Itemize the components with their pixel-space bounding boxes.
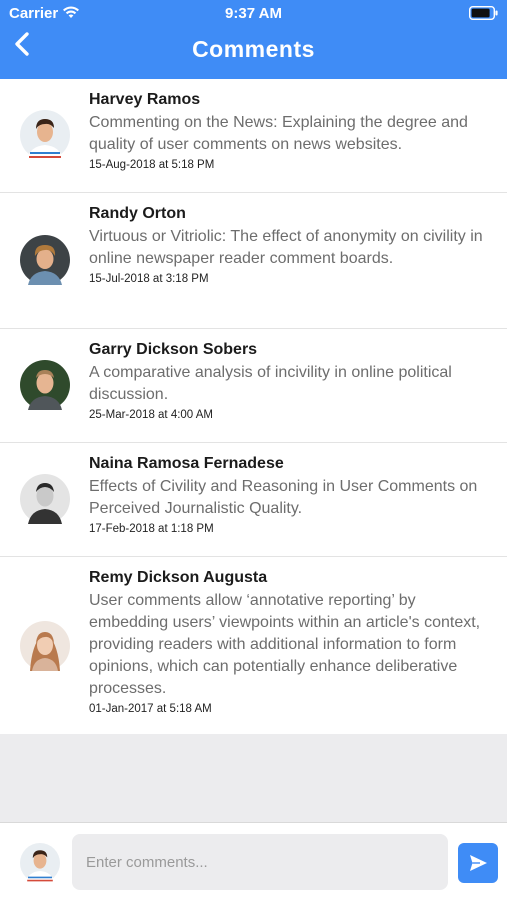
comment-timestamp: 15-Jul-2018 at 3:18 PM [89,273,209,285]
avatar [20,235,70,285]
clock: 9:37 AM [225,5,282,22]
list-item[interactable]: Naina Ramosa Fernadese Effects of Civili… [0,443,507,557]
comment-input[interactable] [72,834,448,890]
send-icon [470,855,487,871]
comment-timestamp: 25-Mar-2018 at 4:00 AM [89,409,214,421]
list-item[interactable]: Harvey Ramos Commenting on the News: Exp… [0,79,507,193]
comment-author: Remy Dickson Augusta [89,569,268,586]
comment-text: A comparative analysis of incivility in … [89,364,452,403]
avatar [20,110,70,160]
avatar [20,474,70,524]
list-item[interactable]: Remy Dickson Augusta User comments allow… [0,557,507,736]
avatar [20,843,60,883]
status-bar: Carrier 9:37 AM [0,0,507,28]
comment-list: Harvey Ramos Commenting on the News: Exp… [0,79,507,736]
send-button[interactable] [458,843,498,883]
avatar [20,621,70,671]
battery-icon [469,6,498,20]
avatar [20,360,70,410]
comment-timestamp: 17-Feb-2018 at 1:18 PM [89,523,214,535]
empty-area [0,734,507,822]
comment-text: User comments allow ‘annotative reportin… [89,592,481,697]
comment-text: Commenting on the News: Explaining the d… [89,114,468,153]
comment-text: Virtuous or Vitriolic: The effect of ano… [89,228,483,267]
comment-composer [0,822,507,901]
comment-author: Naina Ramosa Fernadese [89,455,284,472]
comment-author: Harvey Ramos [89,91,201,108]
comment-text: Effects of Civility and Reasoning in Use… [89,478,478,517]
list-item[interactable]: Randy Orton Virtuous or Vitriolic: The e… [0,193,507,329]
comment-timestamp: 01-Jan-2017 at 5:18 AM [89,703,212,715]
comment-timestamp: 15-Aug-2018 at 5:18 PM [89,159,215,171]
comment-author: Randy Orton [89,205,186,222]
header: Carrier 9:37 AM Comments [0,0,507,79]
page-title: Comments [192,36,315,62]
list-item[interactable]: Garry Dickson Sobers A comparative analy… [0,329,507,443]
comment-author: Garry Dickson Sobers [89,341,258,358]
